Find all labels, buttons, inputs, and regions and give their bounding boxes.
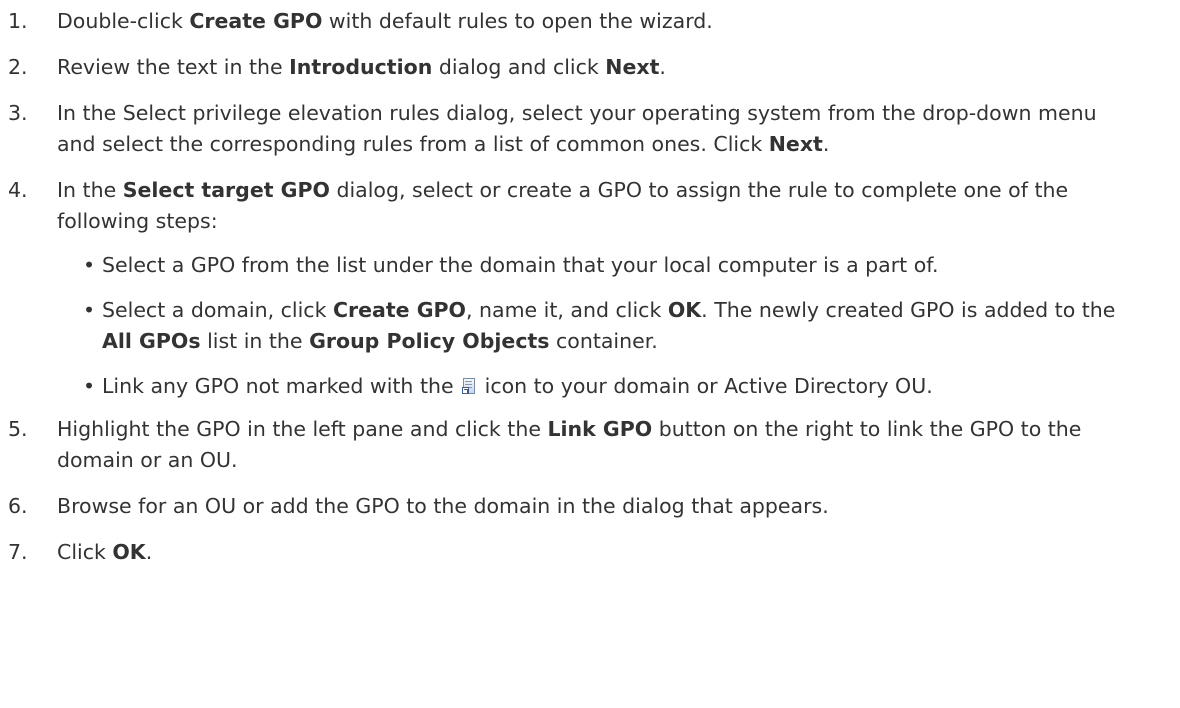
step-text: Double-click Create GPO with default rul… (57, 9, 713, 33)
step-number: 4. (8, 178, 28, 202)
bullet: • (83, 298, 96, 322)
step-number: 7. (8, 540, 28, 564)
ui-term-create-gpo: Create GPO (189, 9, 323, 33)
step-number: 2. (8, 55, 28, 79)
ui-term-ok: OK (112, 540, 146, 564)
procedure-document: 1. Double-click Create GPO with default … (0, 0, 1180, 568)
step-text: Highlight the GPO in the left pane and c… (57, 417, 1082, 472)
step-text: In the Select target GPO dialog, select … (57, 178, 1069, 233)
sub-step-item: • Link any GPO not marked with the icon … (57, 371, 1138, 402)
steps-list: 1. Double-click Create GPO with default … (0, 6, 1180, 568)
step-text: Click OK. (57, 540, 153, 564)
ui-term-ok: OK (667, 298, 702, 322)
step-number: 6. (8, 494, 28, 518)
ui-term-next: Next (605, 55, 660, 79)
step-number: 3. (8, 101, 28, 125)
gpo-link-icon (462, 378, 476, 394)
step-item: 5. Highlight the GPO in the left pane an… (0, 414, 1137, 476)
ui-term-select-target-gpo: Select target GPO (122, 178, 330, 202)
bullet: • (83, 374, 96, 398)
sub-step-item: • Select a domain, click Create GPO, nam… (57, 295, 1138, 357)
sub-step-item: • Select a GPO from the list under the d… (57, 250, 1102, 281)
step-text: Browse for an OU or add the GPO to the d… (57, 494, 829, 518)
step-item: 3. In the Select privilege elevation rul… (0, 98, 1137, 160)
ui-term-group-policy-objects: Group Policy Objects (309, 329, 550, 353)
step-item: 7. Click OK. (0, 537, 1137, 568)
step-item: 1. Double-click Create GPO with default … (0, 6, 1137, 37)
step-item: 4. In the Select target GPO dialog, sele… (0, 175, 1137, 402)
step-text: Review the text in the Introduction dial… (57, 55, 666, 79)
ui-term-next: Next (768, 132, 823, 156)
ui-term-link-gpo: Link GPO (547, 417, 653, 441)
ui-term-all-gpos: All GPOs (102, 329, 201, 353)
ui-term-create-gpo: Create GPO (332, 298, 466, 322)
step-text: In the Select privilege elevation rules … (57, 101, 1097, 156)
step-number: 5. (8, 417, 28, 441)
sub-steps-list: • Select a GPO from the list under the d… (57, 250, 1137, 402)
ui-term-introduction: Introduction (289, 55, 433, 79)
step-item: 6. Browse for an OU or add the GPO to th… (0, 491, 1137, 522)
step-item: 2. Review the text in the Introduction d… (0, 52, 1137, 83)
bullet: • (83, 253, 96, 277)
step-number: 1. (8, 9, 28, 33)
